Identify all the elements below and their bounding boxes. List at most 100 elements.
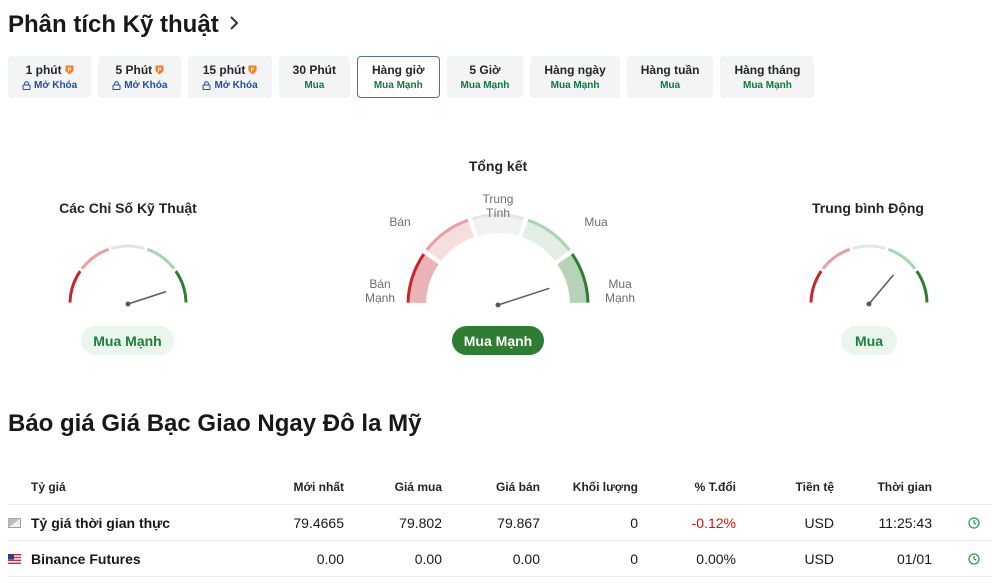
buy-arc: [887, 247, 917, 270]
neutral-arc: [852, 244, 886, 250]
timeframe-tabs: 1 phút P Mở Khóa 5 Phút P Mở Khóa 15 phút P Mở K…: [8, 56, 815, 98]
tab-label: 5 Phút: [115, 63, 153, 77]
sell-arc: [821, 247, 851, 270]
tab-signal: Mở Khóa: [124, 80, 168, 91]
gauge-hub: [495, 302, 501, 308]
col-header-currency: Tiền tệ: [795, 480, 834, 494]
change-percent: 0.00%: [696, 550, 736, 567]
tab-timeframe[interactable]: Hàng tuần Mua: [626, 56, 714, 98]
generic-flag-icon: [8, 517, 21, 528]
label-neutral: Trung Tính: [482, 192, 514, 220]
tab-signal: Mua Mạnh: [550, 80, 600, 91]
tab-label: 30 Phút: [292, 63, 336, 77]
tab-label: 1 phút: [25, 63, 62, 77]
lock-icon: [112, 81, 121, 90]
label-buy: Mua: [584, 215, 608, 229]
clock-icon: [968, 552, 980, 565]
tab-signal: Mua Mạnh: [460, 80, 510, 91]
instrument-name[interactable]: Binance Futures: [31, 551, 141, 567]
tab-signal: Mở Khóa: [34, 80, 78, 91]
label-strong-sell: Bán Mạnh: [364, 277, 396, 305]
quotes-table: Tỷ giá Mới nhất Giá mua Giá bán Khối lượ…: [8, 470, 992, 577]
summary-gauge-title: Tổng kết: [468, 158, 528, 174]
tab-label: Hàng giờ: [372, 63, 425, 77]
last-price: 79.4665: [293, 514, 344, 531]
change-percent: -0.12%: [691, 514, 736, 531]
tab-timeframe[interactable]: 1 phút P Mở Khóa: [8, 56, 92, 98]
chevron-right-icon[interactable]: [229, 15, 239, 35]
quotes-table-header: Tỷ giá Mới nhất Giá mua Giá bán Khối lượ…: [8, 470, 992, 505]
tab-timeframe[interactable]: 5 Phút P Mở Khóa: [98, 56, 182, 98]
tab-timeframe[interactable]: 5 Giờ Mua Mạnh: [446, 56, 524, 98]
tab-label: Hàng tuần: [640, 63, 700, 77]
moving-averages-gauge: [809, 244, 929, 307]
gauge-hub: [866, 301, 872, 307]
indicators-result-badge: Mua Mạnh: [81, 326, 174, 355]
currency: USD: [804, 514, 834, 531]
volume: 0: [630, 514, 638, 531]
tab-timeframe[interactable]: 15 phút P Mở Khóa: [188, 56, 272, 98]
buy-arc: [146, 247, 176, 270]
col-header-bid: Giá mua: [394, 480, 442, 494]
tab-label: 5 Giờ: [469, 63, 501, 77]
volume: 0: [630, 550, 638, 567]
neutral-arc: [111, 244, 145, 250]
table-row[interactable]: Binance Futures 0.00 0.00 0.00 0 0.00% U…: [8, 541, 992, 577]
label-strong-buy: Mua Mạnh: [604, 277, 636, 305]
clock-icon: [968, 516, 980, 529]
col-header-time: Thời gian: [877, 480, 932, 494]
gauge-hub: [125, 301, 131, 307]
quote-time: 11:25:43: [878, 514, 932, 531]
svg-text:P: P: [67, 67, 71, 73]
pro-badge-icon: P: [65, 65, 74, 75]
last-price: 0.00: [316, 550, 344, 567]
bid-price: 79.802: [399, 514, 442, 531]
quote-time: 01/01: [896, 550, 932, 567]
tab-timeframe[interactable]: Hàng tháng Mua Mạnh: [720, 56, 815, 98]
tab-timeframe[interactable]: Hàng ngày Mua Mạnh: [530, 56, 620, 98]
tab-signal: Mua Mạnh: [742, 80, 792, 91]
pro-badge-icon: P: [155, 65, 164, 75]
moving-averages-gauge-title: Trung bình Động: [812, 200, 924, 216]
svg-text:P: P: [158, 67, 162, 73]
col-header-last: Mới nhất: [293, 480, 344, 494]
summary-result-badge: Mua Mạnh: [452, 326, 544, 355]
strong-sell-arc: [809, 270, 823, 303]
lock-icon: [202, 81, 211, 90]
tab-label: Hàng tháng: [734, 63, 801, 77]
col-header-name: Tỷ giá: [31, 480, 66, 494]
gauge-needle: [868, 274, 895, 305]
col-header-volume: Khối lượng: [572, 480, 638, 494]
label-sell: Bán: [389, 215, 411, 229]
instrument-name[interactable]: Tỷ giá thời gian thực: [31, 515, 170, 531]
ask-price: 79.867: [497, 514, 540, 531]
gauge-needle: [127, 290, 167, 305]
us-flag-icon: [8, 553, 21, 564]
gauge-needle: [497, 287, 550, 306]
page-title[interactable]: Phân tích Kỹ thuật: [8, 11, 219, 39]
tab-timeframe[interactable]: Hàng giờ Mua Mạnh: [357, 56, 440, 98]
tab-timeframe[interactable]: 30 Phút Mua: [278, 56, 350, 98]
pro-badge-icon: P: [248, 65, 257, 75]
moving-averages-result-badge: Mua: [841, 326, 897, 355]
strong-sell-arc: [68, 270, 82, 303]
col-header-change: % T.đổi: [694, 480, 736, 494]
tab-signal: Mua Mạnh: [373, 80, 423, 91]
tab-signal: Mở Khóa: [214, 80, 258, 91]
indicators-gauge: [68, 244, 188, 307]
sell-arc: [80, 247, 110, 270]
bid-price: 0.00: [414, 550, 442, 567]
page-title-row[interactable]: Phân tích Kỹ thuật: [8, 8, 239, 42]
tab-label: Hàng ngày: [544, 63, 606, 77]
ask-price: 0.00: [512, 550, 540, 567]
indicators-gauge-title: Các Chỉ Số Kỹ Thuật: [59, 200, 197, 216]
table-row[interactable]: Tỷ giá thời gian thực 79.4665 79.802 79.…: [8, 505, 992, 541]
quotes-section-title: Báo giá Giá Bạc Giao Ngay Đô la Mỹ: [8, 410, 422, 437]
tab-signal: Mua: [304, 80, 325, 91]
summary-gauge: [406, 213, 590, 308]
currency: USD: [804, 550, 834, 567]
strong-buy-arc: [915, 270, 929, 303]
col-header-ask: Giá bán: [495, 480, 540, 494]
lock-icon: [22, 81, 31, 90]
tab-label: 15 phút: [202, 63, 246, 77]
